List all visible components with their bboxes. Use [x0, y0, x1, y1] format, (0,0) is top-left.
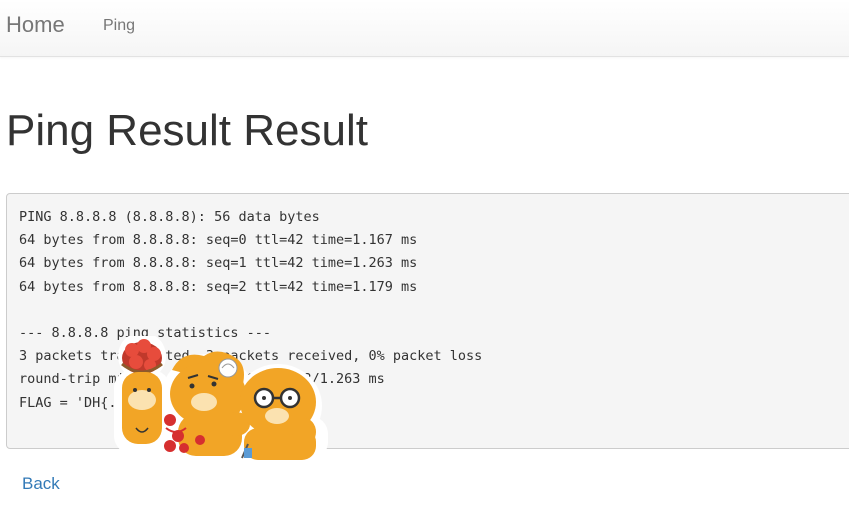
nav-link-ping[interactable]: Ping — [103, 16, 135, 36]
lion-characters-sticker — [114, 336, 328, 460]
navbar: Home Ping — [0, 0, 849, 57]
home-link[interactable]: Home — [6, 12, 65, 38]
result-line: 64 bytes from 8.8.8.8: seq=0 ttl=42 time… — [19, 232, 418, 249]
page-title: Ping Result Result — [6, 106, 368, 155]
back-link[interactable]: Back — [22, 474, 60, 494]
result-line: 64 bytes from 8.8.8.8: seq=1 ttl=42 time… — [19, 255, 418, 272]
result-line: PING 8.8.8.8 (8.8.8.8): 56 data bytes — [19, 209, 320, 225]
result-line — [19, 299, 849, 322]
result-line: 64 bytes from 8.8.8.8: seq=2 ttl=42 time… — [19, 278, 418, 295]
